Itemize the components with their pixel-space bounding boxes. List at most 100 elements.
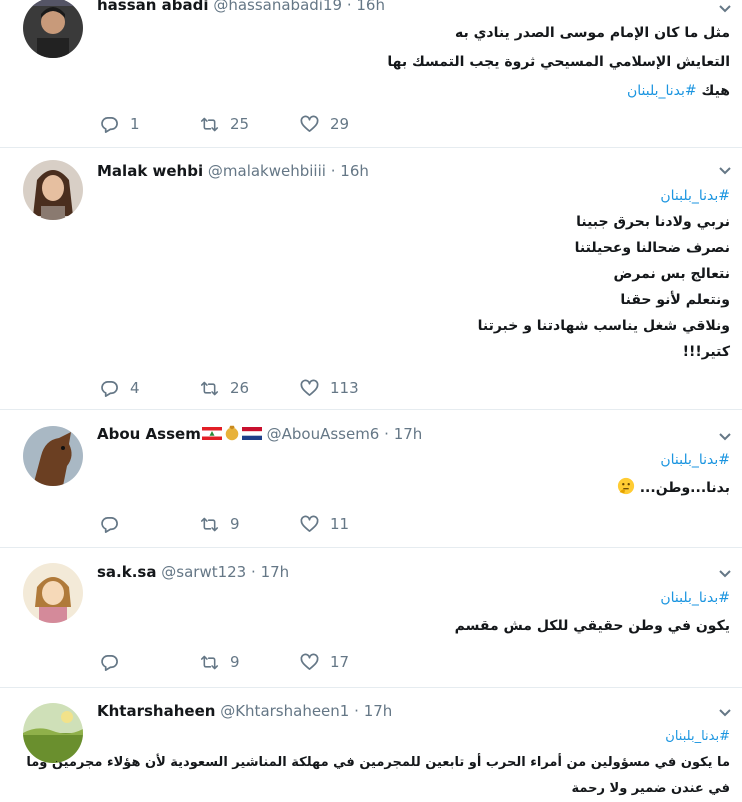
display-name[interactable]: Khtarshaheen (97, 702, 215, 720)
netherlands-flag-icon (241, 427, 262, 440)
retweet-icon (200, 117, 219, 131)
tweet-line: ونلاقي شغل يناسب شهادتنا و خبرتنا (477, 318, 730, 334)
separator-dot: · (384, 425, 389, 443)
tweet[interactable]: hassan abadi @hassanabadi19 · 16h مثل ما… (0, 0, 742, 148)
tweet-line: نتعالج بس نمرض (613, 266, 730, 282)
timestamp[interactable]: 17h (394, 425, 423, 443)
tweet-text: مثل ما كان الإمام موسى الصدر ينادي به ال… (97, 19, 730, 106)
separator-dot: · (354, 702, 359, 720)
display-name[interactable]: Abou Assem (97, 425, 201, 443)
tweet-line: ونتعلم لأنو حقنا (620, 292, 730, 308)
tweet-line: التعايش الإسلامي المسيحي ثروة يجب التمسك… (387, 54, 730, 70)
reply-count: 4 (130, 379, 140, 397)
user-handle[interactable]: @Khtarshaheen1 (220, 702, 349, 720)
like-count: 29 (330, 115, 350, 133)
tweet-line: في عندن ضمير ولا رحمة (571, 781, 730, 796)
reply-icon (101, 516, 118, 533)
avatar[interactable] (23, 160, 83, 220)
retweet-button[interactable]: 26 (200, 376, 249, 400)
tweet-header: sa.k.sa @sarwt123 · 17h (97, 561, 289, 583)
reply-button[interactable]: 1 (100, 112, 140, 136)
tweet-line: هيك #بدنا_بلبنان (97, 77, 730, 106)
like-count: 11 (330, 515, 350, 533)
tweet-header: Khtarshaheen @Khtarshaheen1 · 17h (97, 700, 392, 722)
like-icon (300, 653, 319, 670)
retweet-count: 25 (230, 115, 250, 133)
pomegranate-emoji-icon (225, 425, 239, 441)
tweet-text: #بدنا_بلبنان ما يكون في مسؤولين من أمراء… (26, 724, 730, 802)
like-button[interactable]: 11 (300, 512, 349, 536)
timestamp[interactable]: 17h (261, 563, 290, 581)
timestamp[interactable]: 16h (356, 0, 385, 14)
like-count: 17 (330, 653, 350, 671)
retweet-button[interactable]: 9 (200, 512, 240, 536)
thinking-face-icon (617, 477, 634, 495)
tweet-line: يكون في وطن حقيقي للكل مش مقسم (454, 618, 730, 634)
tweet-line: نصرف ضحالنا وعحيلتنا (574, 240, 730, 256)
retweet-button[interactable]: 25 (200, 112, 249, 136)
caret-down-icon[interactable] (718, 708, 732, 718)
display-name[interactable]: Malak wehbi (97, 162, 203, 180)
reply-button[interactable]: 4 (100, 376, 140, 400)
tweet[interactable]: Khtarshaheen @Khtarshaheen1 · 17h #بدنا_… (0, 688, 742, 800)
lebanon-flag-icon (201, 427, 222, 440)
tweet-header: hassan abadi @hassanabadi19 · 16h (97, 0, 385, 16)
reply-count: 1 (130, 115, 140, 133)
display-name[interactable]: sa.k.sa (97, 563, 156, 581)
tweet-text: #بدنا_بلبنان يكون في وطن حقيقي للكل مش م… (97, 584, 730, 640)
like-button[interactable]: 17 (300, 650, 349, 674)
caret-down-icon[interactable] (718, 569, 732, 579)
separator-dot: · (251, 563, 256, 581)
hashtag-link[interactable]: #بدنا_بلبنان (97, 183, 730, 209)
separator-dot: · (330, 162, 336, 180)
tweet-feed: hassan abadi @hassanabadi19 · 16h مثل ما… (0, 0, 742, 800)
user-handle[interactable]: @hassanabadi19 (213, 0, 342, 14)
retweet-count: 9 (230, 653, 240, 671)
tweet-words: بدنا...وطن... (639, 480, 730, 496)
like-icon (300, 379, 319, 396)
timestamp[interactable]: 17h (364, 702, 393, 720)
tweet-word: هيك (701, 83, 730, 99)
hashtag-link[interactable]: #بدنا_بلبنان (97, 584, 730, 612)
caret-down-icon[interactable] (718, 4, 732, 14)
tweet[interactable]: sa.k.sa @sarwt123 · 17h #بدنا_بلبنان يكو… (0, 548, 742, 688)
tweet-line: كتير!!! (682, 344, 730, 360)
retweet-count: 9 (230, 515, 240, 533)
reply-icon (101, 654, 118, 671)
hashtag-link[interactable]: #بدنا_بلبنان (627, 83, 697, 99)
retweet-icon (200, 381, 219, 395)
caret-down-icon[interactable] (718, 432, 732, 442)
user-handle[interactable]: @AbouAssem6 (267, 425, 380, 443)
timestamp[interactable]: 16h (340, 162, 369, 180)
hashtag-link[interactable]: #بدنا_بلبنان (97, 724, 730, 750)
tweet-line: نربي ولادنا بحرق جبينا (576, 214, 730, 230)
avatar[interactable] (23, 563, 83, 623)
tweet[interactable]: Malak wehbi @malakwehbiiii · 16h #بدنا_ب… (0, 148, 742, 410)
retweet-button[interactable]: 9 (200, 650, 240, 674)
like-icon (300, 515, 319, 532)
retweet-count: 26 (230, 379, 250, 397)
like-icon (300, 115, 319, 132)
tweet-text: #بدنا_بلبنان بدنا...وطن... (97, 446, 730, 502)
reply-button[interactable] (100, 512, 130, 536)
retweet-icon (200, 517, 219, 531)
reply-icon (101, 380, 118, 397)
avatar[interactable] (23, 426, 83, 486)
tweet[interactable]: Abou Assem @AbouAssem6 · 17h #بدنا_بلبنا… (0, 410, 742, 548)
caret-down-icon[interactable] (718, 166, 732, 176)
hashtag-link[interactable]: #بدنا_بلبنان (97, 446, 730, 474)
tweet-line: بدنا...وطن... (97, 474, 730, 502)
tweet-text: #بدنا_بلبنان نربي ولادنا بحرق جبينا نصرف… (97, 183, 730, 365)
like-button[interactable]: 29 (300, 112, 349, 136)
reply-button[interactable] (100, 650, 130, 674)
tweet-line: مثل ما كان الإمام موسى الصدر ينادي به (454, 25, 730, 41)
user-handle[interactable]: @malakwehbiiii (208, 162, 326, 180)
tweet-line: ما يكون في مسؤولين من أمراء الحرب أو تاب… (26, 755, 730, 770)
display-name[interactable]: hassan abadi (97, 0, 209, 14)
reply-icon (101, 116, 118, 133)
like-button[interactable]: 113 (300, 376, 359, 400)
avatar[interactable] (23, 0, 83, 58)
tweet-header: Malak wehbi @malakwehbiiii · 16h (97, 160, 369, 182)
retweet-icon (200, 655, 219, 669)
user-handle[interactable]: @sarwt123 (161, 563, 246, 581)
